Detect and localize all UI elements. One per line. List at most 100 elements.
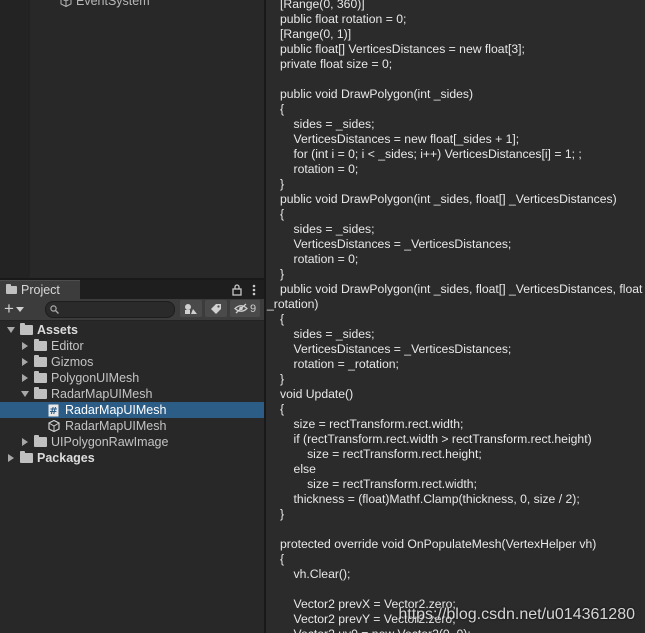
tree-item-label: Packages bbox=[37, 451, 95, 465]
tree-item[interactable]: Packages bbox=[0, 450, 95, 466]
folder-icon bbox=[34, 371, 48, 383]
code-line: size = rectTransform.rect.height; bbox=[280, 447, 482, 461]
search-by-label-button[interactable] bbox=[205, 300, 227, 317]
code-line: size = rectTransform.rect.width; bbox=[280, 477, 477, 491]
folder-open-icon bbox=[20, 323, 34, 335]
folder-icon bbox=[34, 339, 48, 351]
search-icon bbox=[50, 305, 59, 314]
tab-tools bbox=[232, 280, 256, 299]
kebab-menu-icon[interactable] bbox=[252, 284, 256, 296]
code-line: rotation = 0; bbox=[280, 162, 359, 176]
code-line: vh.Clear(); bbox=[280, 567, 351, 581]
code-line: { bbox=[280, 402, 285, 416]
svg-text:#: # bbox=[49, 406, 57, 417]
folder-open-icon bbox=[34, 387, 48, 399]
csharp-script-icon: # bbox=[48, 404, 62, 417]
search-input[interactable] bbox=[60, 302, 168, 316]
hierarchy-item-eventsystem[interactable]: EventSystem bbox=[60, 0, 150, 8]
folder-icon bbox=[34, 435, 48, 447]
tab-project[interactable]: Project bbox=[0, 280, 80, 299]
hidden-count: 9 bbox=[249, 302, 257, 315]
tag-icon bbox=[211, 303, 221, 314]
hierarchy-item-label: EventSystem bbox=[76, 0, 150, 8]
code-line: size = rectTransform.rect.width; bbox=[280, 417, 464, 431]
tree-item-label: RadarMapUIMesh bbox=[65, 419, 167, 433]
code-line: public void DrawPolygon(int _sides, floa… bbox=[280, 282, 643, 296]
tab-project-label: Project bbox=[21, 283, 60, 297]
hidden-packages-toggle[interactable]: 9 bbox=[230, 300, 260, 317]
tree-item-label: PolygonUIMesh bbox=[51, 371, 140, 385]
code-view: [Range(0, 360)] public float rotation = 0… bbox=[266, 0, 645, 633]
code-line: } bbox=[280, 507, 285, 521]
code-line: Vector2 uv0 = new Vector2(0, 0); bbox=[280, 627, 471, 633]
code-line: sides = _sides; bbox=[280, 117, 375, 131]
eye-slash-icon bbox=[234, 303, 248, 314]
code-line: } bbox=[280, 177, 285, 191]
tree-item-label: Assets bbox=[37, 323, 78, 337]
chevron-down-icon[interactable] bbox=[7, 327, 15, 333]
tree-item[interactable]: Assets bbox=[0, 322, 78, 338]
code-line: _rotation) bbox=[267, 297, 319, 311]
tree-item[interactable]: RadarMapUIMesh bbox=[0, 386, 152, 402]
code-line: protected override void OnPopulateMesh(V… bbox=[280, 537, 597, 551]
search-field[interactable] bbox=[45, 301, 175, 318]
project-tabbar: Project bbox=[0, 280, 264, 299]
unity-scene-icon bbox=[48, 420, 62, 432]
tree-item[interactable]: Editor bbox=[0, 338, 84, 354]
tree-item[interactable]: Gizmos bbox=[0, 354, 93, 370]
add-label: + bbox=[4, 299, 14, 318]
watermark: https://blog.csdn.net/u014361280 bbox=[398, 606, 635, 623]
chevron-right-icon[interactable] bbox=[22, 374, 28, 382]
code-line: private float size = 0; bbox=[280, 57, 393, 71]
code-line: else bbox=[280, 462, 316, 476]
code-line: if (rectTransform.rect.width > rectTrans… bbox=[280, 432, 592, 446]
dropdown-arrow-icon bbox=[15, 306, 24, 312]
code-line: public void DrawPolygon(int _sides) bbox=[280, 87, 474, 101]
tree-item-label: UIPolygonRawImage bbox=[51, 435, 169, 449]
code-line: [Range(0, 360)] bbox=[280, 0, 365, 11]
chevron-right-icon[interactable] bbox=[22, 438, 28, 446]
code-line: public void DrawPolygon(int _sides, floa… bbox=[280, 192, 617, 206]
chevron-right-icon[interactable] bbox=[8, 454, 14, 462]
folder-icon bbox=[6, 284, 17, 294]
code-line: VerticesDistances = new float[_sides + 1… bbox=[280, 132, 520, 146]
tree-item[interactable]: # RadarMapUIMesh bbox=[0, 402, 264, 418]
code-line: } bbox=[280, 267, 285, 281]
tree-item[interactable]: UIPolygonRawImage bbox=[0, 434, 168, 450]
search-by-type-button[interactable] bbox=[180, 300, 202, 317]
gameobject-cube-icon bbox=[60, 0, 72, 7]
tree-item-label: RadarMapUIMesh bbox=[65, 403, 167, 417]
folder-icon bbox=[20, 451, 34, 463]
code-line: { bbox=[280, 552, 285, 566]
code-line: sides = _sides; bbox=[280, 222, 375, 236]
code-line: VerticesDistances = _VerticesDistances; bbox=[280, 237, 512, 251]
folder-icon bbox=[34, 355, 48, 367]
code-line: { bbox=[280, 102, 285, 116]
code-line: void Update() bbox=[280, 387, 354, 401]
tree-item-label: Gizmos bbox=[51, 355, 94, 369]
code-line: } bbox=[280, 372, 285, 386]
project-toolbar: + 9 bbox=[0, 299, 264, 321]
tree-item[interactable]: PolygonUIMesh bbox=[0, 370, 139, 386]
tree-item-label: RadarMapUIMesh bbox=[51, 387, 153, 401]
code-line: public float rotation = 0; bbox=[280, 12, 407, 26]
code-line: { bbox=[280, 207, 285, 221]
code-line: sides = _sides; bbox=[280, 327, 375, 341]
hierarchy-gutter bbox=[0, 0, 30, 278]
tree-item[interactable]: RadarMapUIMesh bbox=[0, 418, 166, 434]
code-line: public float[] VerticesDistances = new f… bbox=[280, 42, 525, 56]
code-line: rotation = _rotation; bbox=[280, 357, 399, 371]
code-line: { bbox=[280, 312, 285, 326]
code-line: thickness = (float)Mathf.Clamp(thickness… bbox=[280, 492, 580, 506]
code-line: rotation = 0; bbox=[280, 252, 359, 266]
add-button[interactable]: + bbox=[4, 300, 24, 318]
code-line: VerticesDistances = _VerticesDistances; bbox=[280, 342, 512, 356]
type-filter-icon bbox=[185, 303, 197, 314]
lock-icon[interactable] bbox=[232, 283, 242, 296]
tree-item-label: Editor bbox=[51, 339, 84, 353]
chevron-right-icon[interactable] bbox=[22, 358, 28, 366]
chevron-down-icon[interactable] bbox=[21, 391, 29, 397]
chevron-right-icon[interactable] bbox=[22, 342, 28, 350]
code-line: for (int i = 0; i < _sides; i++) Vertice… bbox=[280, 147, 582, 161]
code-line: [Range(0, 1)] bbox=[280, 27, 352, 41]
